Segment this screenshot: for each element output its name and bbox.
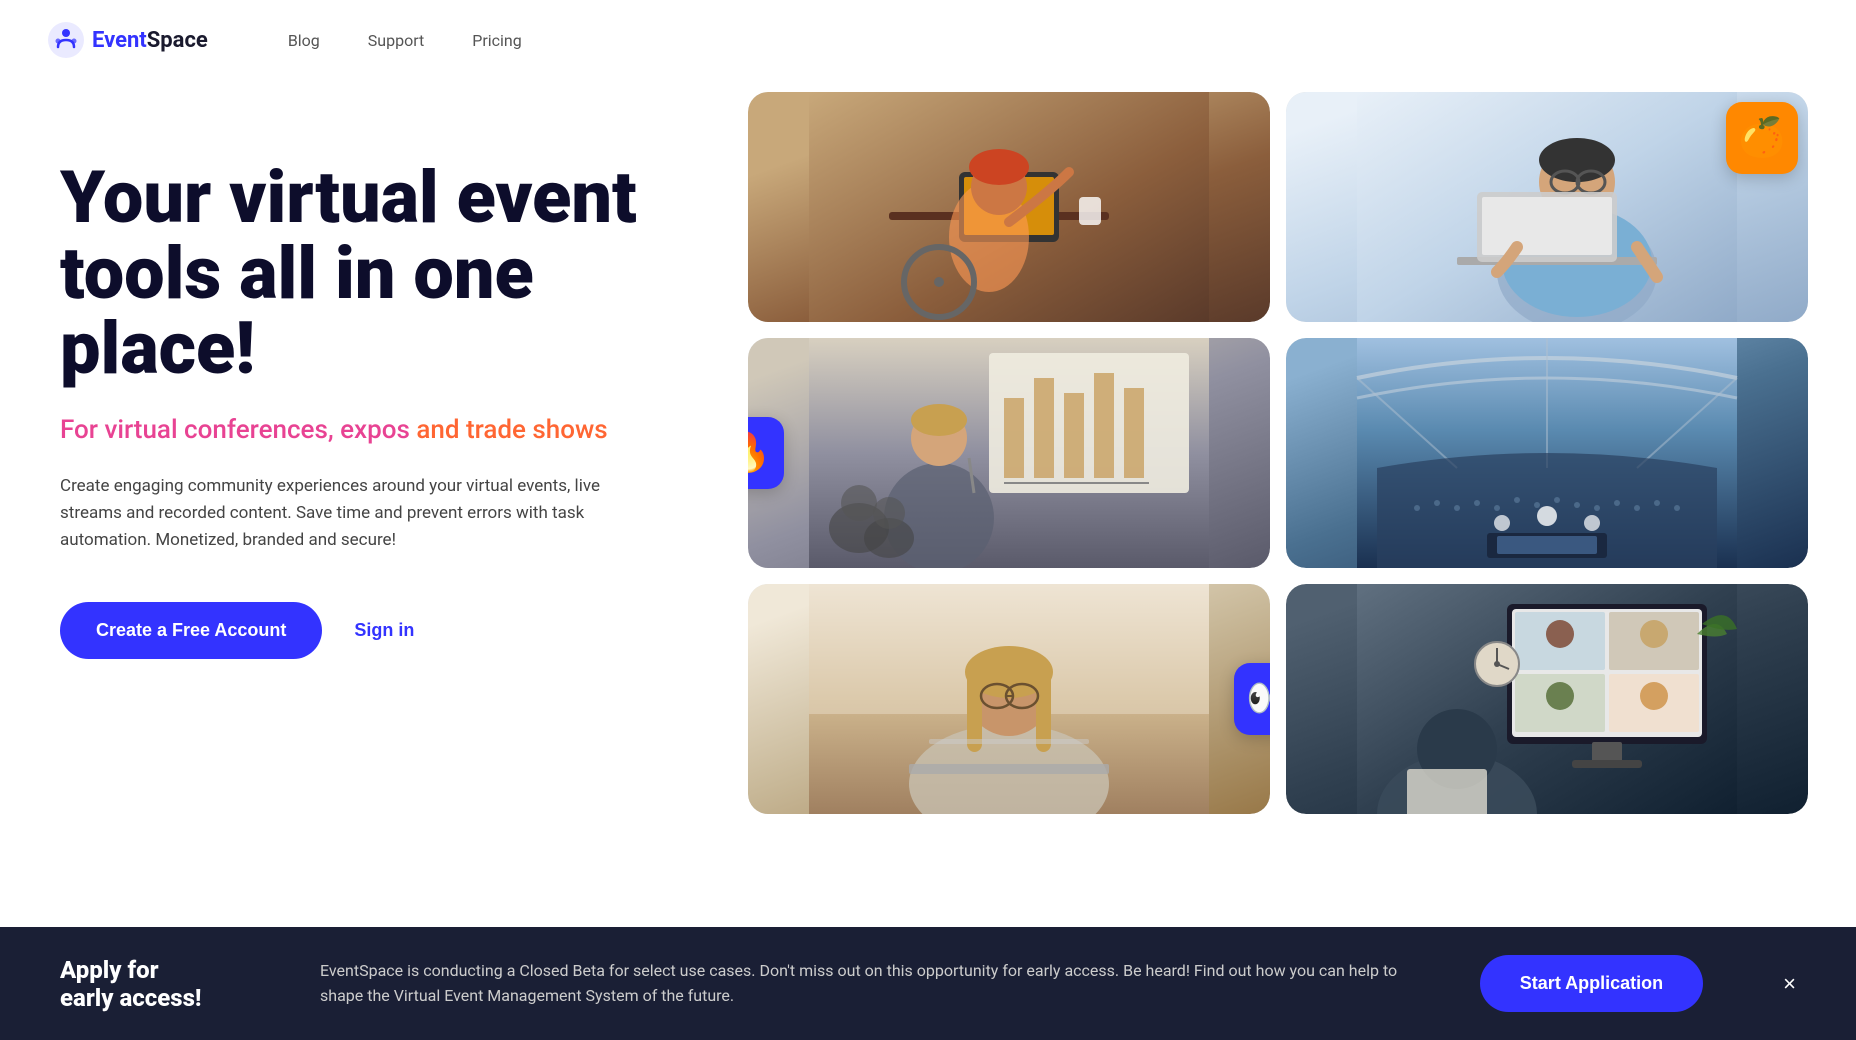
banner-title: Apply forearly access! <box>60 956 260 1012</box>
hero-actions: Create a Free Account Sign in <box>60 602 640 659</box>
logo-icon <box>48 22 84 58</box>
hero-subheading: For virtual conferences, expos and trade… <box>60 415 640 445</box>
photo-silhouette-1 <box>748 92 1270 322</box>
image-woman-working: 👀 <box>748 584 1270 814</box>
image-man-laptop: 🍊 <box>1286 92 1808 322</box>
orange-badge: 🍊 <box>1726 102 1798 174</box>
main-nav: Blog Support Pricing <box>288 31 522 50</box>
image-video-call <box>1286 584 1808 814</box>
photo-silhouette-4 <box>1286 338 1808 568</box>
sign-in-button[interactable]: Sign in <box>354 620 414 641</box>
early-access-banner: Apply forearly access! EventSpace is con… <box>0 927 1856 1040</box>
nav-support[interactable]: Support <box>368 31 424 50</box>
start-application-button[interactable]: Start Application <box>1480 955 1703 1012</box>
image-stadium <box>1286 338 1808 568</box>
photo-silhouette-5 <box>748 584 1270 814</box>
logo[interactable]: EventSpace <box>48 22 208 58</box>
logo-text: EventSpace <box>92 28 208 53</box>
photo-silhouette-6 <box>1286 584 1808 814</box>
image-wheelchair-woman <box>748 92 1270 322</box>
banner-description: EventSpace is conducting a Closed Beta f… <box>320 959 1420 1009</box>
image-grid: 🍊 <box>700 80 1856 826</box>
hero-image-grid: 🍊 <box>700 80 1856 980</box>
nav-blog[interactable]: Blog <box>288 31 320 50</box>
hero-description: Create engaging community experiences ar… <box>60 473 600 555</box>
hero-section: Your virtual event tools all in one plac… <box>0 80 700 980</box>
nav-pricing[interactable]: Pricing <box>472 31 522 50</box>
hero-heading: Your virtual event tools all in one plac… <box>60 160 640 387</box>
create-account-button[interactable]: Create a Free Account <box>60 602 322 659</box>
image-presentation: 🔥 <box>748 338 1270 568</box>
eyes-badge: 👀 <box>1234 663 1270 735</box>
banner-close-button[interactable]: × <box>1783 971 1796 997</box>
header: EventSpace Blog Support Pricing <box>0 0 1856 80</box>
photo-silhouette-3 <box>748 338 1270 568</box>
fire-badge: 🔥 <box>748 417 784 489</box>
main-layout: Your virtual event tools all in one plac… <box>0 80 1856 980</box>
